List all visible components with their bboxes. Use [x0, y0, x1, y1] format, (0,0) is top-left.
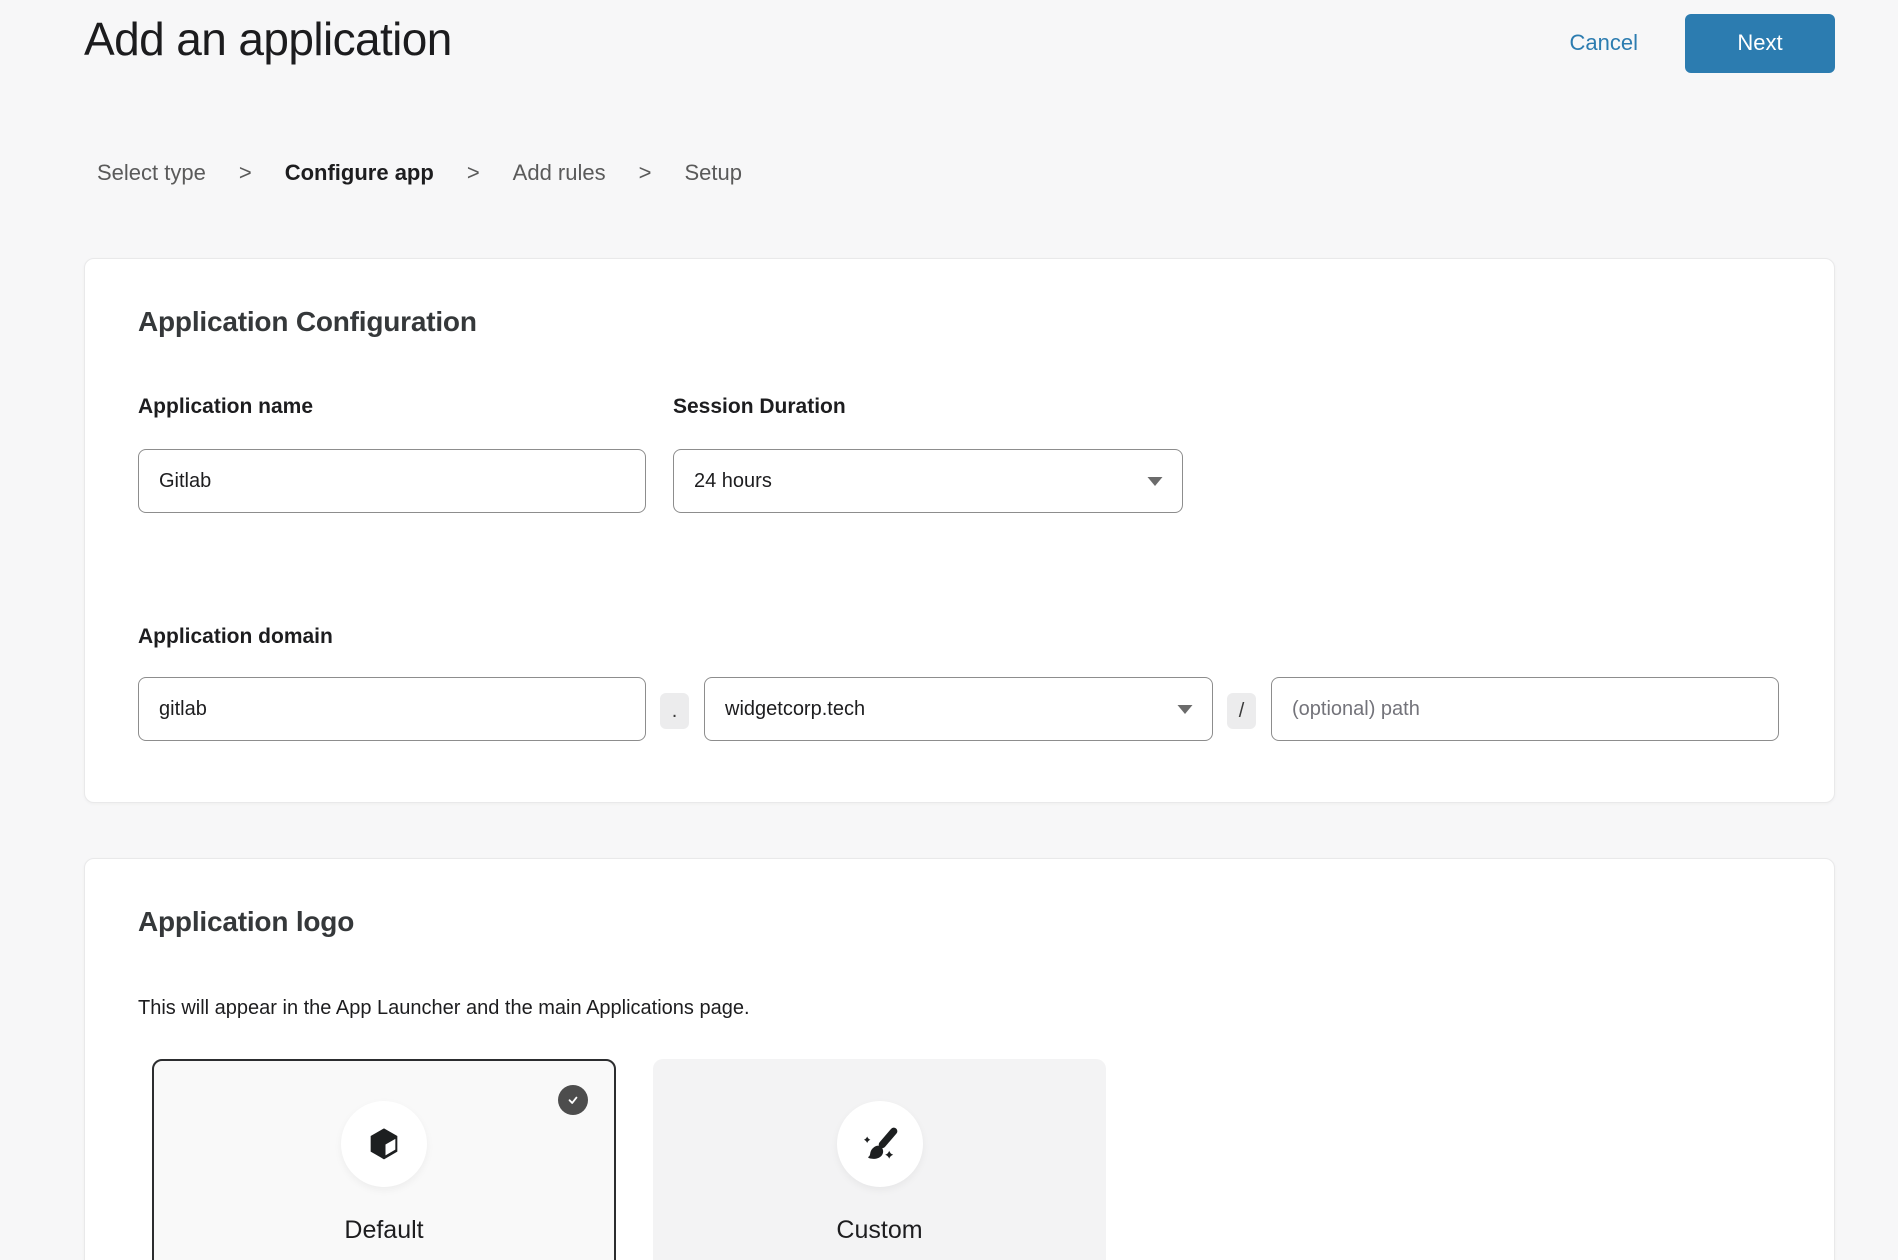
dot-separator: . — [660, 693, 689, 729]
session-duration-label: Session Duration — [673, 395, 846, 419]
breadcrumb-step-setup[interactable]: Setup — [684, 160, 742, 186]
domain-select-value: widgetcorp.tech — [725, 698, 865, 721]
breadcrumb-separator: > — [239, 160, 252, 186]
chevron-down-icon — [1146, 476, 1164, 487]
check-icon — [565, 1092, 581, 1108]
header-actions: Cancel Next — [1570, 0, 1835, 86]
application-name-label: Application name — [138, 395, 313, 419]
custom-logo-circle — [837, 1101, 923, 1187]
selected-check-badge — [558, 1085, 588, 1115]
default-logo-circle — [341, 1101, 427, 1187]
application-logo-description: This will appear in the App Launcher and… — [138, 997, 750, 1020]
subdomain-input[interactable] — [138, 677, 646, 741]
breadcrumb-step-configure-app[interactable]: Configure app — [285, 160, 434, 186]
slash-separator: / — [1227, 693, 1256, 729]
paintbrush-icon — [857, 1121, 903, 1167]
breadcrumb: Select type > Configure app > Add rules … — [97, 160, 742, 186]
application-logo-card: Application logo This will appear in the… — [84, 858, 1835, 1260]
session-duration-select[interactable]: 24 hours — [673, 449, 1183, 513]
page-title: Add an application — [84, 12, 452, 66]
application-configuration-heading: Application Configuration — [138, 306, 477, 338]
domain-select[interactable]: widgetcorp.tech — [704, 677, 1213, 741]
application-logo-heading: Application logo — [138, 906, 354, 938]
chevron-down-icon — [1176, 704, 1194, 715]
logo-option-custom[interactable]: Custom — [653, 1059, 1106, 1260]
logo-option-custom-label: Custom — [653, 1216, 1106, 1245]
breadcrumb-step-select-type[interactable]: Select type — [97, 160, 206, 186]
logo-option-default-label: Default — [154, 1216, 614, 1245]
session-duration-value: 24 hours — [694, 470, 772, 493]
path-input[interactable] — [1271, 677, 1779, 741]
logo-option-tiles: Default Custom — [152, 1059, 1106, 1260]
logo-option-default[interactable]: Default — [152, 1059, 616, 1260]
next-button[interactable]: Next — [1685, 14, 1835, 73]
cube-icon — [364, 1124, 404, 1164]
application-name-input[interactable] — [138, 449, 646, 513]
application-domain-label: Application domain — [138, 625, 333, 649]
application-configuration-card: Application Configuration Application na… — [84, 258, 1835, 803]
breadcrumb-separator: > — [639, 160, 652, 186]
breadcrumb-step-add-rules[interactable]: Add rules — [513, 160, 606, 186]
cancel-button[interactable]: Cancel — [1570, 30, 1638, 56]
breadcrumb-separator: > — [467, 160, 480, 186]
